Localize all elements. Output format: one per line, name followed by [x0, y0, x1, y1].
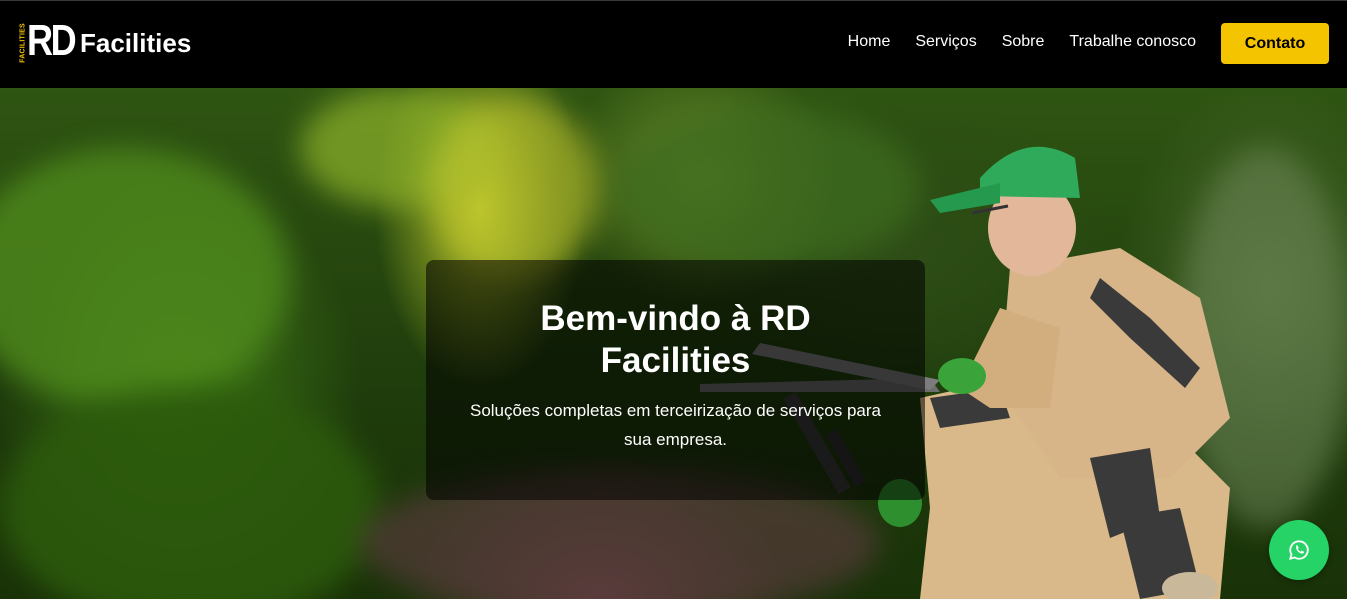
brand-name: Facilities	[80, 27, 192, 58]
hero-subtitle: Soluções completas em terceirização de s…	[469, 401, 882, 449]
whatsapp-icon	[1288, 540, 1309, 561]
nav-link-servicos[interactable]: Serviços	[915, 33, 976, 51]
logo-vertical-text: FACILITIES	[19, 23, 27, 63]
whatsapp-button[interactable]	[1269, 520, 1329, 580]
nav-link-trabalhe-conosco[interactable]: Trabalhe conosco	[1069, 33, 1196, 51]
hero-title: Bem-vindo à RD Facilities	[540, 299, 811, 380]
nav-link-home[interactable]: Home	[848, 33, 891, 51]
logo-mark: FACILITIES RD	[18, 16, 77, 65]
hero-overlay: Bem-vindo à RD Facilities Soluções compl…	[426, 260, 925, 500]
navbar: FACILITIES RD Facilities Home Serviços S…	[0, 1, 1347, 88]
nav-link-sobre[interactable]: Sobre	[1002, 33, 1045, 51]
contact-button[interactable]: Contato	[1221, 23, 1329, 64]
logo-rd-text: RD	[27, 16, 77, 65]
brand-logo[interactable]: FACILITIES RD Facilities	[18, 16, 192, 65]
hero-section: Bem-vindo à RD Facilities Soluções compl…	[0, 88, 1347, 599]
main-nav: Home Serviços Sobre Trabalhe conosco	[848, 33, 1196, 51]
